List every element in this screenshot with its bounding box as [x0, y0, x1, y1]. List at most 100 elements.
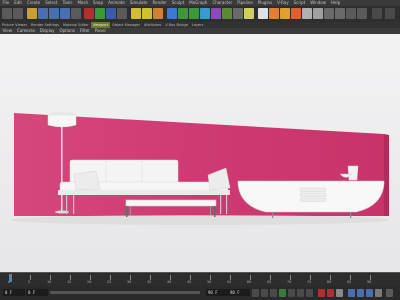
cube-icon[interactable]	[167, 8, 177, 19]
vase	[347, 165, 359, 181]
render-viewport[interactable]	[0, 34, 400, 272]
pen-icon[interactable]	[178, 8, 188, 19]
coffee-table-leg	[130, 206, 131, 215]
vray-render-icon[interactable]	[269, 8, 279, 19]
prev-icon[interactable]	[346, 8, 356, 19]
autokey-icon[interactable]	[327, 289, 334, 297]
expand-icon[interactable]	[385, 8, 395, 19]
light-icon[interactable]	[244, 8, 254, 19]
timeline-tick-label: 70	[287, 280, 292, 284]
coffee-table-leg	[214, 206, 216, 217]
main-toolbar	[0, 6, 400, 22]
rendered-scene	[0, 34, 400, 272]
go-to-start-icon[interactable]	[252, 289, 259, 297]
camera-icon[interactable]	[233, 8, 243, 19]
live-select-icon[interactable]	[27, 8, 37, 19]
lamp-pole	[61, 126, 63, 211]
timeline-tick	[30, 275, 31, 280]
timeline-tick-label: 85	[347, 280, 352, 284]
sideboard-leg	[272, 212, 274, 218]
record-icon[interactable]	[318, 289, 325, 297]
floor-icon[interactable]	[222, 8, 232, 19]
move-icon[interactable]	[38, 8, 48, 19]
vray-icon[interactable]	[258, 8, 268, 19]
subdivision-icon[interactable]	[189, 8, 199, 19]
deformer-icon[interactable]	[211, 8, 221, 19]
sideboard-drawer	[299, 187, 327, 192]
render-picture-viewer-icon[interactable]	[142, 8, 152, 19]
timeline-tick-label: 75	[307, 280, 312, 284]
timeline-tick-label: 30	[127, 280, 132, 284]
vray-material-icon[interactable]	[280, 8, 290, 19]
vray-dome-icon[interactable]	[302, 8, 312, 19]
vray-vfb-icon[interactable]	[324, 8, 334, 19]
timeline-tick-label: 45	[187, 280, 192, 284]
parameter-key-icon[interactable]	[375, 289, 382, 297]
transport-bar: 0 F 0 F 90 F 90 F	[0, 286, 400, 300]
sofa-leg	[73, 195, 75, 214]
settings-icon[interactable]	[372, 8, 382, 19]
timeline-tick-label: 20	[87, 280, 92, 284]
go-to-end-icon[interactable]	[306, 289, 313, 297]
timeline-tick-label: 60	[247, 280, 252, 284]
timeline-tick-label: 50	[207, 280, 212, 284]
rotate-icon[interactable]	[60, 8, 70, 19]
timeline-tick-label: 90	[367, 280, 372, 284]
rotation-key-icon[interactable]	[366, 289, 373, 297]
timeline-settings-icon[interactable]	[386, 289, 393, 297]
timeline-tick-label: 80	[327, 280, 332, 284]
timeline-tick-label: 40	[167, 280, 172, 284]
start-frame-field[interactable]: 0 F	[3, 289, 25, 296]
prev-key-icon[interactable]	[261, 289, 268, 297]
lamp-shade	[47, 114, 77, 128]
next-key-icon[interactable]	[297, 289, 304, 297]
timeline-tick-label: 35	[147, 280, 152, 284]
sofa-base	[58, 190, 230, 195]
scale-icon[interactable]	[49, 8, 59, 19]
floor-shadow	[10, 215, 390, 225]
sideboard-drawer	[299, 192, 327, 197]
timeline[interactable]: 0 5 10 15 20 25 30 35 40 45 50 55 60 65 …	[0, 272, 400, 287]
coordinate-system-icon[interactable]	[117, 8, 127, 19]
sofa-leg	[220, 195, 222, 214]
render-view-icon[interactable]	[131, 8, 141, 19]
next-frame-icon[interactable]	[288, 289, 295, 297]
timeline-tick-label: 25	[107, 280, 112, 284]
vray-settings-icon[interactable]	[313, 8, 323, 19]
vray-light-icon[interactable]	[291, 8, 301, 19]
redo-icon[interactable]	[13, 8, 23, 19]
pink-wall-edge	[384, 134, 389, 216]
sofa-leg	[66, 195, 68, 214]
coffee-table-leg	[126, 206, 128, 217]
max-frame-field[interactable]: 90 F	[228, 289, 250, 296]
sofa-leg	[226, 195, 228, 214]
recent-tools-icon[interactable]	[71, 8, 81, 19]
timeline-tick-label: 65	[267, 280, 272, 284]
scale-key-icon[interactable]	[357, 289, 364, 297]
timeline-tick-label: 55	[227, 280, 232, 284]
end-frame-field[interactable]: 90 F	[206, 289, 228, 296]
timeline-tick-label: 5	[28, 280, 31, 284]
timeline-tick-label: 10	[47, 280, 52, 284]
keyframe-selection-icon[interactable]	[336, 289, 343, 297]
play-icon[interactable]	[279, 289, 286, 297]
render-settings-icon[interactable]	[153, 8, 163, 19]
y-axis-icon[interactable]	[95, 8, 105, 19]
vray-proxy-icon[interactable]	[335, 8, 345, 19]
undo-icon[interactable]	[2, 8, 12, 19]
sofa-cushion-left	[73, 170, 101, 191]
prev-frame-icon[interactable]	[270, 289, 277, 297]
playhead[interactable]	[9, 274, 12, 282]
next-icon[interactable]	[357, 8, 367, 19]
sideboard-drawer	[299, 197, 327, 202]
array-icon[interactable]	[200, 8, 210, 19]
timeline-tick-label: 15	[67, 280, 72, 284]
position-key-icon[interactable]	[348, 289, 355, 297]
sideboard-leg	[350, 212, 352, 218]
preview-range-slider[interactable]	[50, 291, 200, 294]
coffee-table-top	[125, 199, 217, 207]
current-frame-field[interactable]: 0 F	[26, 289, 48, 296]
z-axis-icon[interactable]	[106, 8, 116, 19]
x-axis-icon[interactable]	[84, 8, 94, 19]
coffee-table-leg	[210, 206, 211, 215]
